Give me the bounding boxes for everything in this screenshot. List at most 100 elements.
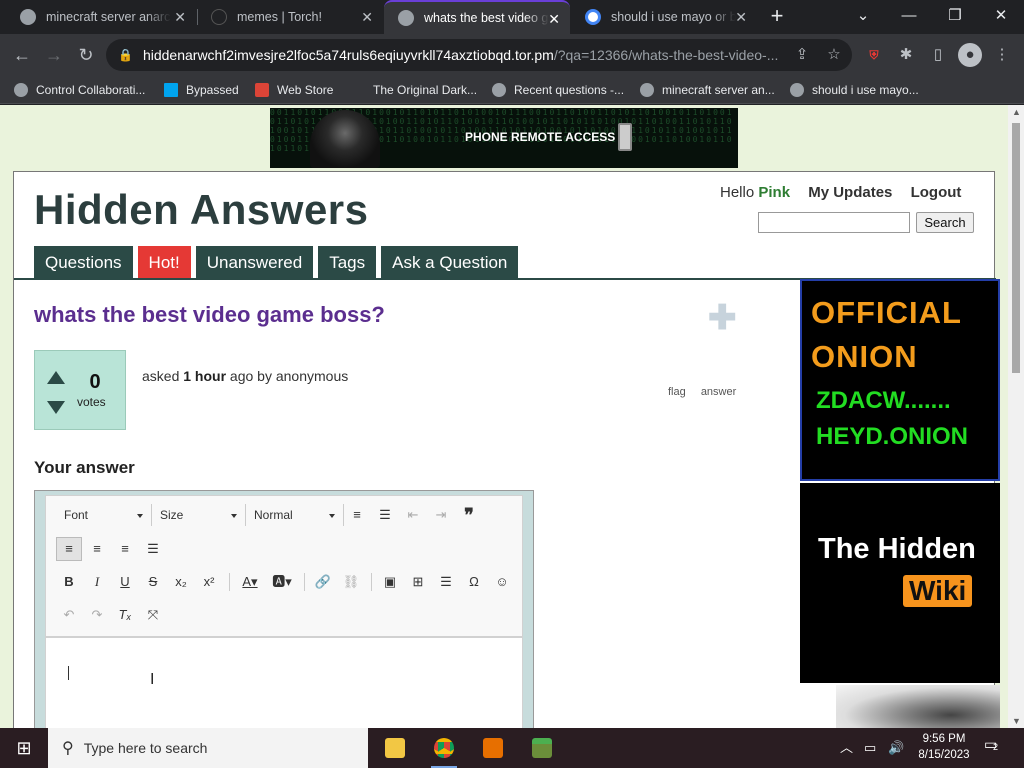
align-center-icon[interactable]: ≡: [84, 537, 110, 561]
scroll-down-icon[interactable]: ▼: [1012, 716, 1021, 726]
blockquote-icon[interactable]: ❞: [456, 503, 482, 527]
special-char-icon[interactable]: Ω: [461, 570, 487, 594]
bookmark-item[interactable]: Web Store: [255, 76, 333, 104]
java-taskbar-icon[interactable]: [476, 732, 510, 764]
site-logo[interactable]: Hidden Answers: [34, 186, 369, 234]
search-input[interactable]: [758, 212, 910, 233]
font-dropdown[interactable]: Font: [56, 504, 152, 526]
align-left-icon[interactable]: ≡: [56, 537, 82, 561]
format-dropdown[interactable]: Normal: [246, 504, 344, 526]
flag-button[interactable]: flag: [668, 386, 686, 398]
bookmark-item[interactable]: Control Collaborati...: [14, 76, 145, 104]
editor-text-area[interactable]: I: [45, 637, 523, 728]
maximize-icon[interactable]: ⤧: [140, 603, 166, 627]
taskbar-search[interactable]: ⚲ Type here to search: [48, 728, 368, 768]
reload-button[interactable]: ↻: [72, 41, 100, 69]
extensions-icon[interactable]: ✱: [894, 43, 918, 67]
file-explorer-icon[interactable]: [378, 732, 412, 764]
tab-memes[interactable]: memes | Torch! ✕: [197, 0, 383, 34]
underline-icon[interactable]: U: [112, 570, 138, 594]
windows-start-icon[interactable]: ⊞: [0, 728, 48, 768]
tab-minecraft[interactable]: minecraft server anarchy ✕: [6, 0, 196, 34]
answer-button[interactable]: answer: [701, 386, 736, 398]
align-right-icon[interactable]: ≡: [112, 537, 138, 561]
vote-down-icon[interactable]: [47, 401, 65, 414]
align-justify-icon[interactable]: ☰: [140, 537, 166, 561]
bookmark-item[interactable]: Bypassed: [164, 76, 239, 104]
search-button[interactable]: Search: [916, 212, 974, 233]
logout-link[interactable]: Logout: [911, 184, 962, 201]
close-tab-icon[interactable]: ✕: [735, 9, 747, 26]
nav-questions[interactable]: Questions: [34, 246, 133, 280]
hidden-wiki-ad[interactable]: The Hidden Wiki: [800, 483, 1000, 683]
strikethrough-icon[interactable]: S: [140, 570, 166, 594]
tray-chevron-icon[interactable]: ︿: [840, 728, 853, 768]
superscript-icon[interactable]: x²: [196, 570, 222, 594]
table-icon[interactable]: ⊞: [405, 570, 431, 594]
bookmark-star-icon[interactable]: ☆: [822, 43, 846, 67]
restore-button[interactable]: ❐: [932, 0, 978, 34]
size-dropdown[interactable]: Size: [152, 504, 246, 526]
my-updates-link[interactable]: My Updates: [808, 184, 892, 201]
menu-kebab-icon[interactable]: ⋮: [990, 43, 1014, 67]
undo-icon[interactable]: ↶: [56, 603, 82, 627]
close-tab-icon[interactable]: ✕: [548, 11, 560, 28]
notification-icon[interactable]: ▭ 2: [984, 736, 1004, 758]
tab-search-icon[interactable]: ⌄: [840, 0, 886, 34]
close-tab-icon[interactable]: ✕: [174, 9, 186, 26]
username-link[interactable]: Pink: [758, 184, 790, 201]
favorite-plus-icon[interactable]: ✚: [708, 298, 737, 338]
close-window-button[interactable]: ✕: [978, 0, 1024, 34]
taskbar-clock[interactable]: 9:56 PM 8/15/2023: [912, 731, 976, 763]
bookmark-item[interactable]: The Original Dark...: [373, 76, 477, 104]
minecraft-taskbar-icon[interactable]: [525, 732, 559, 764]
asked-time[interactable]: 1 hour: [183, 368, 226, 384]
bookmark-item[interactable]: Recent questions -...: [492, 76, 624, 104]
share-icon[interactable]: ⇪: [790, 43, 814, 67]
profile-avatar-icon[interactable]: ●: [958, 43, 982, 67]
onion-ad[interactable]: OFFICIAL ONION ZDACW....... HEYD.ONION: [800, 279, 1000, 481]
unlink-icon[interactable]: ⛓: [338, 570, 364, 594]
nav-tags[interactable]: Tags: [318, 246, 377, 280]
bold-icon[interactable]: B: [56, 570, 82, 594]
background-color-icon[interactable]: 🅰▾: [267, 570, 297, 594]
numbered-list-icon[interactable]: ≡: [344, 503, 370, 527]
address-bar[interactable]: 🔒 hiddenarwchf2imvesjre2lfoc5a74ruls6eqi…: [106, 39, 852, 71]
remove-format-icon[interactable]: Tₓ: [112, 603, 138, 627]
back-button[interactable]: ←: [8, 41, 36, 69]
bullet-list-icon[interactable]: ☰: [372, 503, 398, 527]
text-color-icon[interactable]: A▾: [235, 570, 265, 594]
bookmark-item[interactable]: minecraft server an...: [640, 76, 775, 104]
tab-google-mayo[interactable]: should i use mayo or b ✕: [571, 0, 757, 34]
italic-icon[interactable]: I: [84, 570, 110, 594]
ublock-icon[interactable]: ⛨: [862, 43, 886, 67]
chrome-taskbar-icon[interactable]: [427, 732, 461, 768]
volume-icon[interactable]: 🔊: [888, 728, 904, 768]
forward-button[interactable]: →: [40, 41, 68, 69]
redo-icon[interactable]: ↷: [84, 603, 110, 627]
scroll-up-icon[interactable]: ▲: [1012, 107, 1021, 117]
nav-hot[interactable]: Hot!: [137, 246, 191, 280]
network-icon[interactable]: ▭: [864, 728, 876, 768]
question-title[interactable]: whats the best video game boss?: [34, 302, 385, 328]
image-icon[interactable]: ▣: [377, 570, 403, 594]
link-icon[interactable]: 🔗: [310, 570, 336, 594]
vote-up-icon[interactable]: [47, 371, 65, 384]
decrease-indent-icon[interactable]: ⇤: [400, 503, 426, 527]
image-ad[interactable]: [836, 685, 1000, 728]
banner-ad[interactable]: 0011010110001101001011010110101001011100…: [270, 108, 738, 168]
side-panel-icon[interactable]: ▯: [926, 43, 950, 67]
horizontal-rule-icon[interactable]: ☰: [433, 570, 459, 594]
nav-ask-question[interactable]: Ask a Question: [381, 246, 519, 280]
subscript-icon[interactable]: x₂: [168, 570, 194, 594]
increase-indent-icon[interactable]: ⇥: [428, 503, 454, 527]
page-scrollbar[interactable]: ▲ ▼: [1008, 105, 1024, 728]
new-tab-button[interactable]: +: [754, 0, 800, 34]
close-tab-icon[interactable]: ✕: [361, 9, 373, 26]
scroll-thumb[interactable]: [1012, 123, 1020, 373]
bookmark-item[interactable]: should i use mayo...: [790, 76, 919, 104]
minimize-button[interactable]: —: [886, 0, 932, 34]
tab-active-question[interactable]: whats the best video game boss? ✕: [384, 0, 570, 34]
smiley-icon[interactable]: ☺: [489, 570, 515, 594]
nav-unanswered[interactable]: Unanswered: [195, 246, 314, 280]
